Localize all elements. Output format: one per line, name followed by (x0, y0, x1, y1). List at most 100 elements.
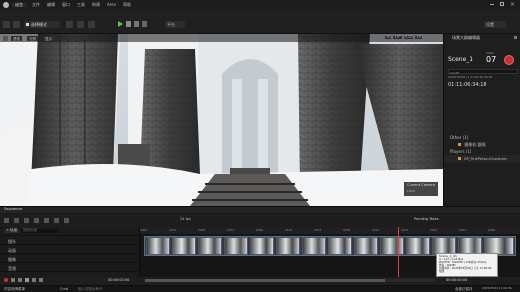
outliner-item[interactable]: BP_FirstPersonCharacter (444, 155, 520, 162)
seq-tool-icons (4, 218, 69, 223)
fps-display[interactable]: 24 fps (180, 217, 191, 222)
track-label: 动画 (8, 248, 16, 253)
unreal-logo-icon[interactable] (3, 1, 9, 8)
menu-help[interactable]: 帮助 (123, 2, 131, 7)
view-mode-button[interactable]: 透视 (11, 35, 22, 41)
track-row[interactable]: 音频 (0, 263, 139, 272)
render-icon[interactable] (14, 218, 19, 223)
track-label: 音频 (8, 266, 16, 271)
shot-thumbnail (276, 237, 300, 255)
loop-icon[interactable] (39, 278, 43, 282)
play-reverse-icon[interactable] (18, 278, 22, 282)
project-tab[interactable]: 迷宫 (12, 2, 26, 7)
camera-overlay[interactable]: Current Camera Lock (404, 182, 438, 196)
menu-arev[interactable]: Arev (107, 2, 116, 7)
shot-thumbnail (328, 237, 352, 255)
sequencer-tab-bar: Sequencer (0, 207, 520, 213)
camera-speed[interactable]: 10 (415, 35, 422, 39)
playhead[interactable] (398, 227, 399, 277)
cmd-label[interactable]: Cmd (60, 287, 68, 292)
close-icon[interactable]: × (510, 1, 515, 8)
record-button[interactable] (504, 55, 514, 65)
outliner-item[interactable]: 摄像机 跟随 (444, 141, 520, 148)
grid-snap[interactable]: 10 (385, 35, 392, 39)
console-input[interactable]: 输入控制台命令 (78, 287, 103, 292)
lit-mode-button[interactable]: 光照 (27, 35, 38, 41)
cinematics-icon[interactable] (88, 21, 95, 28)
ruler-mark: 0168 (343, 228, 351, 232)
angle-snap[interactable]: 10° (393, 35, 402, 39)
shot-thumbnail (250, 237, 274, 255)
snap-icon[interactable] (64, 218, 69, 223)
menu-tools[interactable]: 工具 (77, 2, 85, 7)
platforms-button[interactable]: 平台 (165, 21, 185, 28)
character-icon (458, 156, 461, 160)
right-panel: 场景大纲编辑器 Scene_1 TAKE 07 SLATE 00:00:00:0… (443, 34, 520, 206)
timecode-big: 01:11:06:34:18 (448, 82, 487, 88)
add-icon[interactable] (66, 21, 73, 28)
show-button[interactable]: 显示 (43, 35, 54, 41)
track-row[interactable]: 镜头 (0, 236, 139, 245)
menu-build[interactable]: 构建 (92, 2, 100, 7)
shot-thumbnail (224, 237, 248, 255)
save-icon[interactable] (4, 218, 9, 223)
take-number: 07 (486, 55, 497, 64)
shot-tooltip: Scene_1_01 In : 144 | 1:44 Max MASTER : … (436, 253, 498, 277)
menu-file[interactable]: 文件 (32, 2, 40, 7)
end-timecode[interactable]: 00:00:00:00 (446, 278, 467, 283)
content-icon[interactable] (13, 21, 20, 28)
sequencer-toolbar: 24 fps Pending Takes (0, 214, 520, 227)
camera-icon[interactable] (24, 218, 29, 223)
scale-snap[interactable]: 0.25 (403, 35, 414, 39)
play-controls (118, 21, 147, 27)
sequencer-tab[interactable]: Sequencer (4, 207, 23, 212)
step-icon[interactable] (126, 21, 131, 27)
save-status: 全部已保存 (455, 287, 473, 291)
play-icon[interactable] (25, 278, 29, 282)
filter-icon[interactable] (44, 218, 49, 223)
level-viewport[interactable]: 透视 光照 显示 10 10° 0.25 10 Current Camera L… (0, 34, 443, 206)
record-icon[interactable] (4, 278, 8, 282)
tooltip-line: 创建时间 : 2025年05月24日 上午 11:00:06 (439, 266, 492, 270)
current-timecode[interactable]: 00:00:00:00 (108, 278, 129, 283)
timeline-scrollbar[interactable] (145, 279, 435, 282)
menu-bar: 文件 编辑 窗口 工具 构建 Arev 帮助 (32, 2, 131, 7)
stop-icon[interactable] (134, 21, 139, 27)
go-end-icon[interactable] (32, 278, 36, 282)
shot-thumbnail (302, 237, 326, 255)
outliner: Other (1) 摄像机 跟随 Players (1) BP_FirstPer… (444, 134, 520, 162)
eject-icon[interactable] (142, 21, 147, 27)
viewport-menu-icon[interactable] (3, 35, 8, 41)
outliner-item-label: Players (1) (450, 148, 472, 154)
track-search-input[interactable]: 搜索轨道 (21, 229, 58, 233)
blueprint-icon[interactable] (77, 21, 84, 28)
key-icon[interactable] (54, 218, 59, 223)
minimize-icon[interactable] (490, 4, 494, 5)
pending-takes[interactable]: Pending Takes (414, 217, 439, 222)
settings-label: 设置 (486, 21, 494, 27)
settings-button[interactable]: 设置 (484, 21, 506, 28)
ruler-mark: 0288 (488, 228, 496, 232)
slate-field[interactable]: SLATE (448, 69, 518, 75)
track-row[interactable]: 摄像 (0, 254, 139, 263)
outliner-item[interactable]: Other (1) (444, 134, 520, 141)
go-start-icon[interactable] (11, 278, 15, 282)
panel-close-icon[interactable] (514, 36, 517, 39)
lit-mode-label: 光照 (29, 36, 36, 41)
mode-dropdown[interactable]: 选择模式 (24, 21, 60, 28)
track-label: 镜头 (8, 239, 16, 244)
scrollbar-thumb[interactable] (145, 279, 385, 282)
menu-window[interactable]: 窗口 (62, 2, 70, 7)
menu-edit[interactable]: 编辑 (47, 2, 55, 7)
settings-icon[interactable] (34, 218, 39, 223)
shot-thumbnail (406, 237, 430, 255)
outliner-item[interactable]: Players (1) (444, 148, 520, 155)
add-track-button[interactable]: + 轨道 (4, 229, 20, 233)
timeline-area[interactable]: 0000 0024 0048 0072 0096 0120 0144 0168 … (140, 227, 520, 277)
play-icon[interactable] (118, 21, 123, 27)
panel-header: 场景大纲编辑器 (452, 35, 480, 40)
save-icon[interactable] (3, 21, 10, 28)
content-drawer-button[interactable]: 内容侧滑菜单 (4, 287, 25, 292)
maximize-icon[interactable] (500, 2, 504, 6)
track-row[interactable]: 动画 (0, 245, 139, 254)
